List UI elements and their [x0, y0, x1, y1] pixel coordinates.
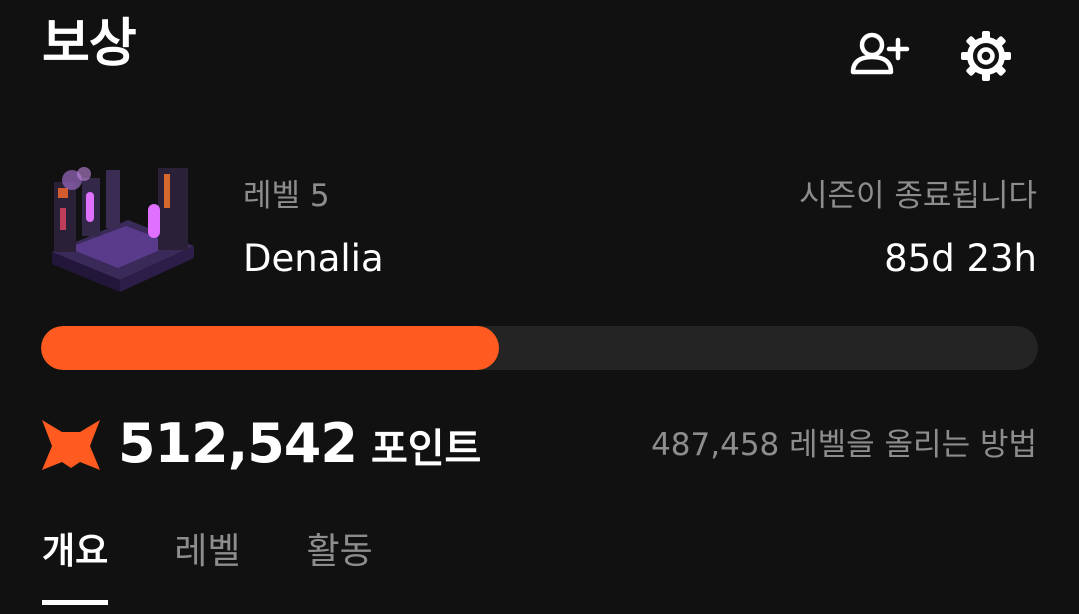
- tab-bar: 개요 레벨 활동: [42, 527, 373, 605]
- points-value: 512,542: [118, 412, 358, 475]
- tab-overview[interactable]: 개요: [42, 527, 109, 605]
- add-friend-button[interactable]: [848, 30, 910, 82]
- level-progress-bar: [41, 326, 1038, 370]
- fox-head-icon: [42, 420, 100, 470]
- points-balance: 512,542 포인트: [118, 412, 481, 481]
- season-artwork: [52, 167, 194, 292]
- tab-activity[interactable]: 활동: [307, 527, 373, 577]
- level-up-info-link[interactable]: 487,458 레벨을 올리는 방법: [651, 424, 1037, 466]
- season-level-label: 레벨 5: [243, 178, 330, 214]
- gear-icon: [961, 31, 1011, 81]
- level-progress-fill: [41, 326, 499, 370]
- season-ends-label: 시즌이 종료됩니다: [798, 178, 1037, 214]
- points-unit: 포인트: [370, 426, 482, 472]
- season-name: Denalia: [243, 237, 384, 280]
- settings-button[interactable]: [955, 30, 1017, 82]
- tab-level[interactable]: 레벨: [174, 527, 240, 577]
- person-add-icon: [850, 32, 910, 75]
- page-title: 보상: [42, 14, 137, 74]
- season-countdown: 85d 23h: [884, 237, 1037, 280]
